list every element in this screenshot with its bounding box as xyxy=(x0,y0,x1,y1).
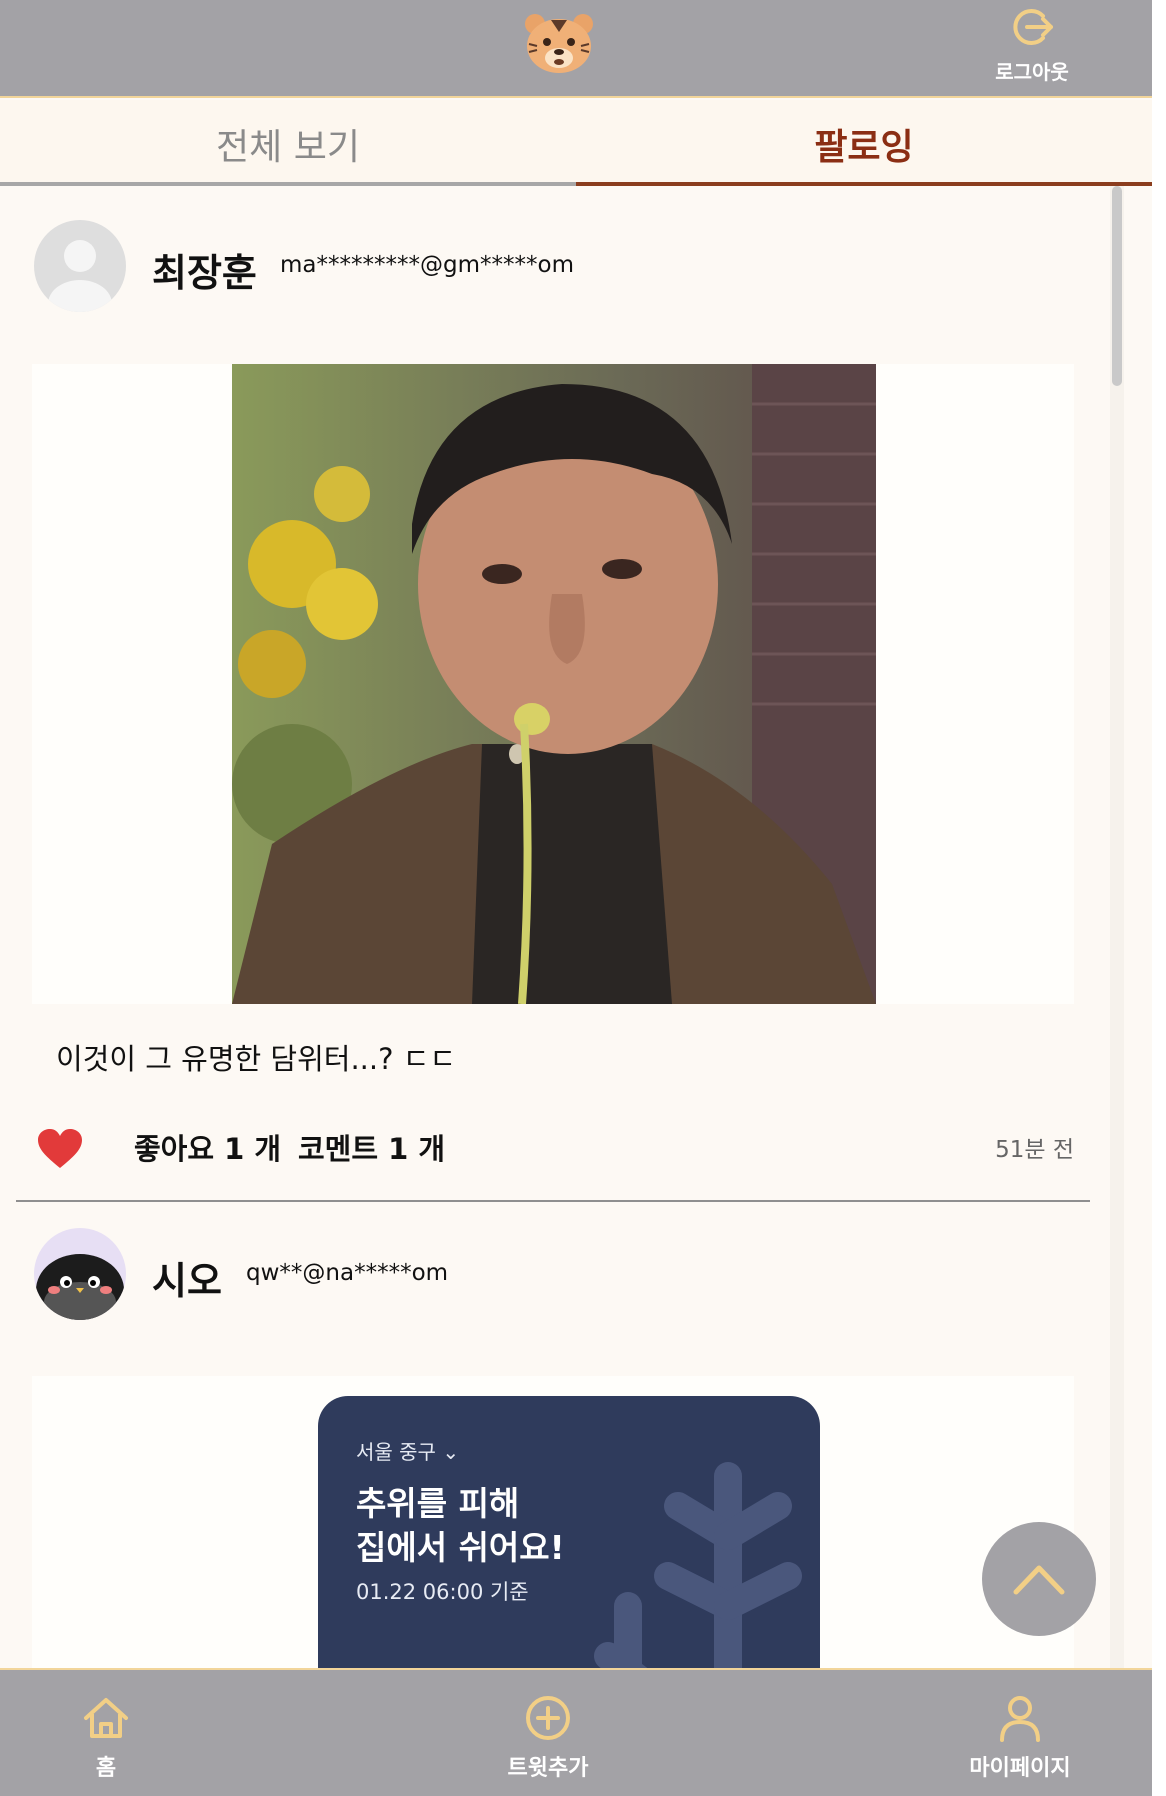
penguin-avatar-icon[interactable] xyxy=(34,1228,126,1320)
post-time: 51분 전 xyxy=(995,1137,1074,1163)
plus-circle-icon xyxy=(526,1696,570,1740)
chevron-up-icon xyxy=(1013,1565,1065,1595)
author-name[interactable]: 최장훈 xyxy=(152,242,257,297)
author-name[interactable]: 시오 xyxy=(152,1250,222,1305)
likes-count[interactable]: 좋아요 1 개 xyxy=(134,1126,281,1168)
window-edge xyxy=(1152,0,1166,1796)
tab-all[interactable]: 전체 보기 xyxy=(0,100,576,186)
post-card: 시오 qw**@na*****om 서울 중구 ⌄ 추위를 피해 집에서 쉬어요… xyxy=(16,1206,1090,1668)
post-image-frame: 서울 중구 ⌄ 추위를 피해 집에서 쉬어요! 01.22 06:00 기준 xyxy=(32,1376,1074,1668)
feed-tabs: 전체 보기 팔로잉 xyxy=(0,100,1152,186)
nav-home-label: 홈 xyxy=(95,1756,117,1781)
weather-card[interactable]: 서울 중구 ⌄ 추위를 피해 집에서 쉬어요! 01.22 06:00 기준 xyxy=(318,1396,820,1668)
logout-label: 로그아웃 xyxy=(995,60,1069,84)
heart-icon[interactable] xyxy=(36,1128,84,1170)
post-card: 최장훈 ma*********@gm*****om 이것이 그 유명한 담위터.… xyxy=(16,186,1090,1202)
comments-count[interactable]: 코멘트 1 개 xyxy=(298,1126,445,1168)
weather-location-text: 서울 중구 xyxy=(356,1440,436,1464)
nav-add-tweet-label: 트윗추가 xyxy=(507,1756,589,1781)
post-divider xyxy=(16,1200,1090,1202)
feed-scrollbar[interactable] xyxy=(1110,186,1124,1668)
bottom-nav: 홈 트윗추가 마이페이지 xyxy=(0,1668,1152,1796)
post-stats: 좋아요 1 개 코멘트 1 개 51분 전 xyxy=(36,1116,1090,1168)
tab-following[interactable]: 팔로잉 xyxy=(576,100,1152,186)
nav-home[interactable]: 홈 xyxy=(26,1692,186,1782)
weather-time: 01.22 06:00 기준 xyxy=(356,1580,529,1604)
nav-mypage[interactable]: 마이페이지 xyxy=(940,1692,1100,1782)
logout-button[interactable]: 로그아웃 xyxy=(982,4,1082,84)
post-caption: 이것이 그 유명한 담위터...? ㄷㄷ xyxy=(56,1042,457,1076)
app: 로그아웃 전체 보기 팔로잉 최장훈 ma*********@gm*****om xyxy=(0,0,1152,1796)
nav-add-tweet[interactable]: 트윗추가 xyxy=(468,1692,628,1782)
weather-message: 추위를 피해 집에서 쉬어요! xyxy=(356,1484,565,1567)
tiger-face-icon[interactable] xyxy=(523,12,595,74)
post-image-frame xyxy=(32,364,1074,1004)
weather-location[interactable]: 서울 중구 ⌄ xyxy=(356,1436,459,1465)
logout-icon xyxy=(1013,9,1053,45)
chevron-down-icon: ⌄ xyxy=(442,1440,460,1464)
top-bar: 로그아웃 xyxy=(0,0,1152,98)
scroll-to-top-button[interactable] xyxy=(982,1522,1096,1636)
home-icon xyxy=(84,1698,128,1738)
feed[interactable]: 최장훈 ma*********@gm*****om 이것이 그 유명한 담위터.… xyxy=(0,186,1110,1668)
post-photo[interactable] xyxy=(232,364,876,1004)
scrollbar-thumb[interactable] xyxy=(1112,186,1122,386)
nav-mypage-label: 마이페이지 xyxy=(969,1756,1071,1781)
author-email: qw**@na*****om xyxy=(246,1260,449,1286)
user-icon xyxy=(1000,1696,1040,1742)
default-avatar-icon[interactable] xyxy=(34,220,126,312)
author-email: ma*********@gm*****om xyxy=(280,252,574,278)
